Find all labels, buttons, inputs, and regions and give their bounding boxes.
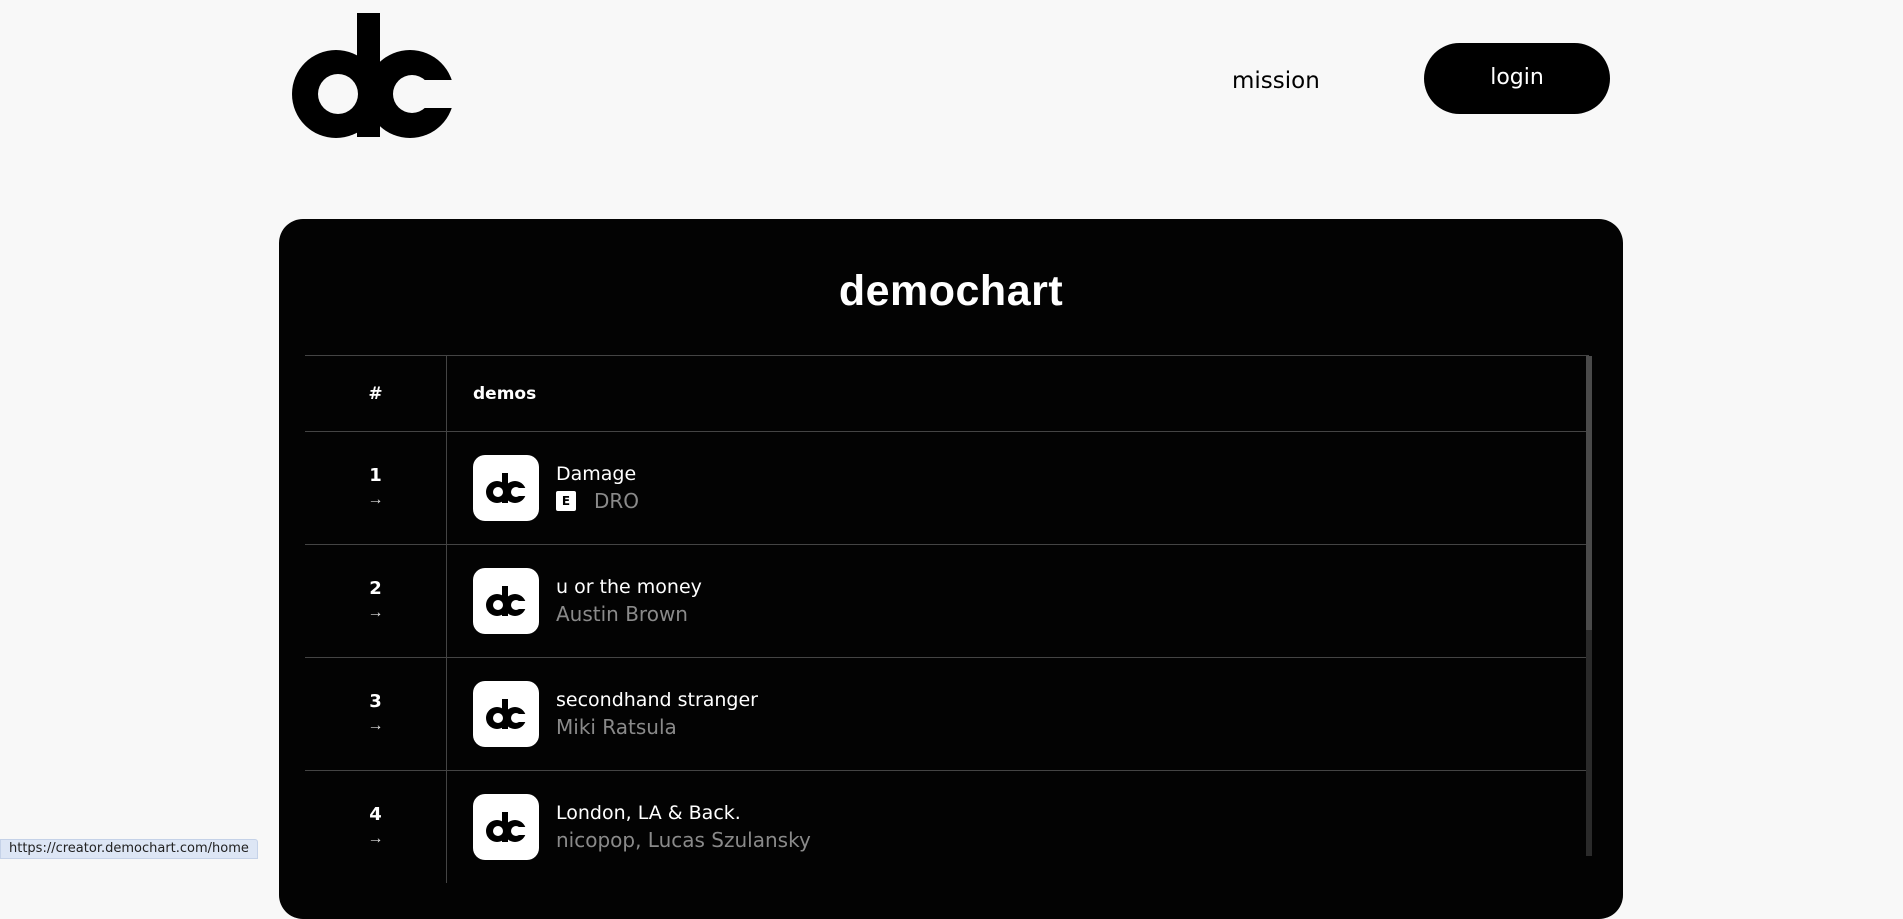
rank-cell: 1 → [305, 432, 447, 544]
site-header: mission login [0, 0, 1903, 200]
scrollbar-thumb[interactable] [1586, 356, 1592, 630]
dc-thumbnail-icon[interactable] [473, 794, 539, 860]
login-button[interactable]: login [1424, 43, 1610, 114]
table-row[interactable]: 1 → Damage E DRO [305, 431, 1589, 544]
right-arrow-icon[interactable]: → [368, 828, 384, 850]
table-row[interactable]: 2 → u or the money Austin Brown [305, 544, 1589, 657]
artist-name[interactable]: Austin Brown [556, 600, 702, 628]
demo-cell: London, LA & Back. nicopop, Lucas Szulan… [447, 771, 1589, 883]
table-row[interactable]: 3 → secondhand stranger Miki Ratsula [305, 657, 1589, 770]
rank-number: 2 [369, 578, 382, 599]
chart-panel: demochart # demos 1 → Damage E DRO 2 → u… [279, 219, 1623, 919]
rank-number: 1 [369, 465, 382, 486]
song-info: secondhand stranger Miki Ratsula [556, 687, 758, 741]
song-info: London, LA & Back. nicopop, Lucas Szulan… [556, 800, 811, 854]
table-row[interactable]: 4 → London, LA & Back. nicopop, Lucas Sz… [305, 770, 1589, 883]
song-info: Damage E DRO [556, 461, 639, 515]
dc-thumbnail-icon[interactable] [473, 455, 539, 521]
right-arrow-icon[interactable]: → [368, 489, 384, 511]
rank-number: 4 [369, 804, 382, 825]
dc-logo-icon[interactable] [292, 10, 454, 140]
song-title[interactable]: u or the money [556, 574, 702, 600]
demo-chart-table: # demos 1 → Damage E DRO 2 → u or the mo… [305, 355, 1619, 883]
status-bar-url: https://creator.demochart.com/home [0, 839, 258, 859]
page-title: demochart [838, 267, 1064, 315]
explicit-badge: E [556, 491, 576, 511]
rank-cell: 3 → [305, 658, 447, 770]
rank-column-header: # [305, 356, 447, 431]
artist-name[interactable]: Miki Ratsula [556, 713, 758, 741]
song-artist[interactable]: E DRO [556, 487, 639, 515]
demos-header-label: demos [473, 383, 537, 404]
song-title[interactable]: London, LA & Back. [556, 800, 811, 826]
demos-column-header: demos [447, 356, 1589, 431]
rank-cell: 2 → [305, 545, 447, 657]
demo-cell: u or the money Austin Brown [447, 545, 1589, 657]
nav-mission-link[interactable]: mission [1232, 68, 1320, 94]
song-info: u or the money Austin Brown [556, 574, 702, 628]
rank-header-label: # [368, 383, 383, 404]
song-title[interactable]: Damage [556, 461, 639, 487]
table-scrollbar[interactable] [1586, 356, 1592, 856]
right-arrow-icon[interactable]: → [368, 602, 384, 624]
dc-thumbnail-icon[interactable] [473, 681, 539, 747]
right-arrow-icon[interactable]: → [368, 715, 384, 737]
song-title[interactable]: secondhand stranger [556, 687, 758, 713]
demo-cell: secondhand stranger Miki Ratsula [447, 658, 1589, 770]
artist-name[interactable]: DRO [594, 487, 639, 515]
artist-name[interactable]: nicopop, Lucas Szulansky [556, 826, 811, 854]
dc-thumbnail-icon[interactable] [473, 568, 539, 634]
rank-cell: 4 → [305, 771, 447, 883]
rank-number: 3 [369, 691, 382, 712]
demo-cell: Damage E DRO [447, 432, 1589, 544]
table-header-row: # demos [305, 355, 1589, 431]
